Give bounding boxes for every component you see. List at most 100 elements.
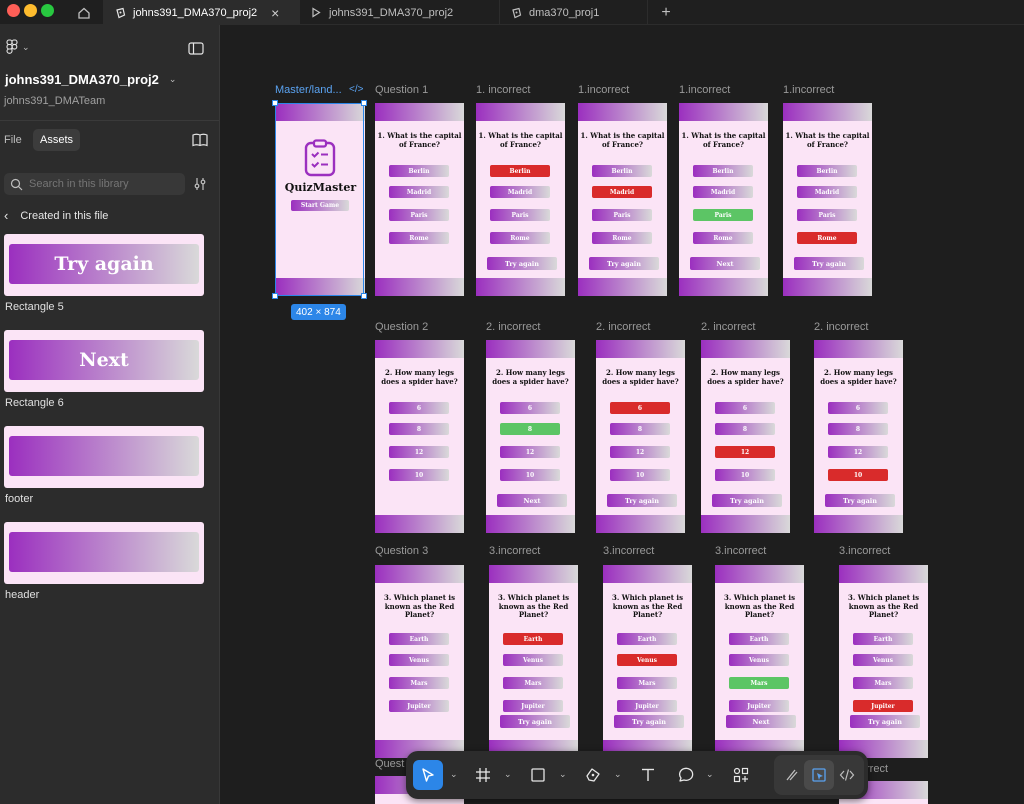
answer-option[interactable]: Venus (853, 654, 913, 666)
answer-option[interactable]: Berlin (389, 165, 449, 177)
tab-assets[interactable]: Assets (33, 129, 81, 151)
answer-option[interactable]: 10 (389, 469, 449, 481)
try-again-button[interactable]: Try again (850, 715, 920, 728)
answer-option[interactable]: Paris (693, 209, 753, 221)
answer-option[interactable]: 6 (500, 402, 560, 414)
pen-tool-button[interactable] (578, 760, 608, 790)
code-icon[interactable]: </> (349, 84, 363, 95)
answer-option[interactable]: 6 (715, 402, 775, 414)
try-again-button[interactable]: Try again (500, 715, 570, 728)
answer-option[interactable]: 12 (610, 446, 670, 458)
answer-option[interactable]: Paris (797, 209, 857, 221)
rectangle-tool-button[interactable] (523, 760, 553, 790)
tab-file[interactable]: File (4, 134, 22, 146)
next-button[interactable]: Next (726, 715, 796, 728)
dev-mode-button[interactable] (832, 760, 862, 790)
chevron-down-icon[interactable]: ⌄ (450, 769, 458, 780)
home-tab[interactable] (64, 0, 104, 25)
quiz-frame-q2-3[interactable]: 2. How many legs does a spider have? 6 8 12… (596, 340, 685, 533)
answer-option[interactable]: 10 (828, 469, 888, 481)
answer-option[interactable]: Venus (729, 654, 789, 666)
frame-label[interactable]: 1.incorrect (783, 84, 834, 96)
quiz-frame-q3-1[interactable]: 3. Which planet is known as the Red Plan… (375, 565, 464, 758)
answer-option[interactable]: Venus (389, 654, 449, 666)
try-again-button[interactable]: Try again (614, 715, 684, 728)
frame-label[interactable]: Quest (375, 758, 404, 770)
quiz-frame-q2-1[interactable]: 2. How many legs does a spider have? 6 8 12… (375, 340, 464, 533)
try-again-button[interactable]: Try again (589, 257, 659, 270)
toggle-sidebar-button[interactable] (188, 42, 204, 60)
answer-option[interactable]: Mars (729, 677, 789, 689)
answer-option[interactable]: 12 (828, 446, 888, 458)
try-again-button[interactable]: Try again (712, 494, 782, 507)
answer-option[interactable]: Mars (503, 677, 563, 689)
answer-option[interactable]: Rome (490, 232, 550, 244)
zoom-window-button[interactable] (41, 4, 54, 17)
answer-option[interactable]: Jupiter (389, 700, 449, 712)
quiz-frame-q1-4[interactable]: 1. What is the capital of France? Berlin M… (679, 103, 768, 296)
library-button[interactable] (192, 133, 208, 152)
answer-option[interactable]: Madrid (389, 186, 449, 198)
answer-option[interactable]: Earth (389, 633, 449, 645)
draw-mode-button[interactable] (777, 760, 807, 790)
frame-label[interactable]: Question 2 (375, 321, 428, 333)
answer-option[interactable]: 8 (500, 423, 560, 435)
try-again-button[interactable]: Try again (825, 494, 895, 507)
try-again-button[interactable]: Try again (607, 494, 677, 507)
minimize-window-button[interactable] (24, 4, 37, 17)
search-field[interactable] (4, 173, 185, 195)
quiz-frame-q3-4[interactable]: 3. Which planet is known as the Red Plan… (715, 565, 804, 758)
answer-option[interactable]: 10 (610, 469, 670, 481)
answer-option[interactable]: 10 (500, 469, 560, 481)
chevron-down-icon[interactable]: ⌄ (559, 769, 567, 780)
answer-option[interactable]: Rome (693, 232, 753, 244)
quiz-frame-q3-5[interactable]: 3. Which planet is known as the Red Plan… (839, 565, 928, 758)
answer-option[interactable]: Earth (617, 633, 677, 645)
answer-option[interactable]: Rome (592, 232, 652, 244)
answer-option[interactable]: Paris (592, 209, 652, 221)
chevron-down-icon[interactable]: ⌄ (614, 769, 622, 780)
search-input[interactable] (29, 178, 179, 190)
frame-label[interactable]: 1.incorrect (578, 84, 629, 96)
answer-option[interactable]: Madrid (797, 186, 857, 198)
quiz-frame-q2-5[interactable]: 2. How many legs does a spider have? 6 8 12… (814, 340, 903, 533)
quiz-frame-q1-1[interactable]: 1. What is the capital of France? Berlin M… (375, 103, 464, 296)
answer-option[interactable]: Madrid (693, 186, 753, 198)
answer-option[interactable]: 12 (500, 446, 560, 458)
answer-option[interactable]: 6 (389, 402, 449, 414)
answer-option[interactable]: Earth (503, 633, 563, 645)
design-canvas[interactable]: Master/land... </> QuizMaster Start Game… (221, 25, 1024, 804)
frame-label[interactable]: 2. incorrect (814, 321, 868, 333)
answer-option[interactable]: Mars (389, 677, 449, 689)
comment-tool-button[interactable] (671, 760, 701, 790)
close-window-button[interactable] (7, 4, 20, 17)
answer-option[interactable]: Rome (389, 232, 449, 244)
master-landing-frame[interactable]: QuizMaster Start Game (276, 103, 365, 296)
answer-option[interactable]: Earth (729, 633, 789, 645)
frame-label[interactable]: 1. incorrect (476, 84, 530, 96)
quiz-frame-q2-2[interactable]: 2. How many legs does a spider have? 6 8 12… (486, 340, 575, 533)
frame-label[interactable]: 3.incorrect (489, 545, 540, 557)
frame-label[interactable]: rrect (866, 763, 888, 775)
design-mode-button[interactable] (804, 760, 834, 790)
answer-option[interactable]: Berlin (592, 165, 652, 177)
chevron-down-icon[interactable]: ⌄ (504, 769, 512, 780)
answer-option[interactable]: Mars (617, 677, 677, 689)
try-again-button[interactable]: Try again (487, 257, 557, 270)
answer-option[interactable]: Jupiter (503, 700, 563, 712)
back-to-libraries[interactable]: ‹ Created in this file (4, 208, 108, 223)
frame-label[interactable]: 3.incorrect (603, 545, 654, 557)
answer-option[interactable]: Jupiter (617, 700, 677, 712)
asset-card-header[interactable] (4, 522, 204, 584)
answer-option[interactable]: Berlin (693, 165, 753, 177)
answer-option[interactable]: 8 (610, 423, 670, 435)
quiz-frame-q1-3[interactable]: 1. What is the capital of France? Berlin M… (578, 103, 667, 296)
components-tool-button[interactable] (726, 760, 756, 790)
answer-option[interactable]: 12 (715, 446, 775, 458)
library-settings-button[interactable] (193, 177, 207, 196)
chevron-down-icon[interactable]: ⌄ (706, 769, 714, 780)
quiz-frame-q1-5[interactable]: 1. What is the capital of France? Berlin M… (783, 103, 872, 296)
frame-label[interactable]: 2. incorrect (596, 321, 650, 333)
answer-option[interactable]: Berlin (797, 165, 857, 177)
answer-option[interactable]: Madrid (490, 186, 550, 198)
